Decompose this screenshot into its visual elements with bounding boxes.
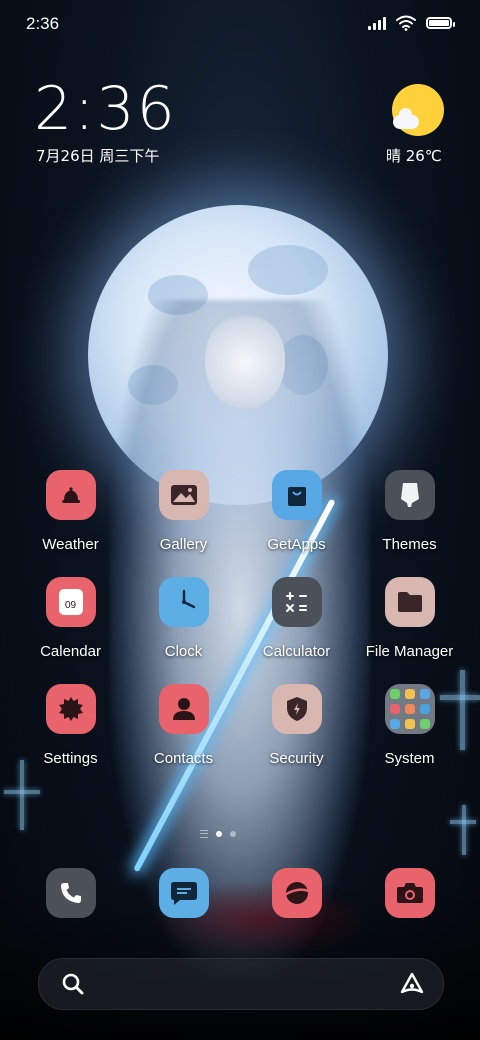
app-grid: Weather Gallery GetApps Themes 09 Calendar Clo…: [14, 470, 466, 767]
signal-icon: [368, 16, 386, 30]
app-gallery[interactable]: Gallery: [127, 470, 240, 553]
app-settings[interactable]: Settings: [14, 684, 127, 767]
app-security[interactable]: Security: [240, 684, 353, 767]
app-label: Clock: [164, 643, 203, 660]
app-weather[interactable]: Weather: [14, 470, 127, 553]
app-system[interactable]: System: [353, 684, 466, 767]
app-label: Settings: [43, 750, 98, 767]
app-label: Gallery: [159, 536, 208, 553]
clock-icon[interactable]: [158, 577, 209, 627]
dock-browser[interactable]: [240, 868, 353, 918]
cloud-icon: [393, 108, 419, 129]
weather-text: 晴 26℃: [386, 147, 442, 165]
page-dot: [230, 831, 236, 837]
system-mini-app-icon: [404, 689, 415, 699]
status-bar: 2:36: [0, 0, 480, 50]
shield-icon[interactable]: [271, 684, 322, 734]
battery-icon: [426, 17, 455, 29]
system-mini-app-icon: [404, 719, 415, 729]
app-label: GetApps: [267, 536, 326, 553]
app-contacts[interactable]: Contacts: [127, 684, 240, 767]
shopping-bag-icon[interactable]: [271, 470, 322, 520]
assistant-icon[interactable]: [399, 971, 425, 997]
clock-widget-time[interactable]: 2:36: [34, 74, 177, 144]
system-mini-app-icon: [419, 704, 430, 714]
calculator-icon[interactable]: [271, 577, 322, 627]
weather-icon[interactable]: [45, 470, 96, 520]
app-label: File Manager: [365, 643, 454, 660]
system-mini-app-icon: [419, 689, 430, 699]
dock-message[interactable]: [127, 868, 240, 918]
gear-icon[interactable]: [45, 684, 96, 734]
dock-camera[interactable]: [353, 868, 466, 918]
status-icons: [368, 15, 455, 31]
app-label: Weather: [42, 536, 99, 553]
clock-widget-date[interactable]: 7月26日 周三下午: [36, 145, 159, 166]
page-dot-active: [216, 831, 222, 837]
app-label: Calendar: [40, 643, 101, 660]
calendar-day: 09: [64, 600, 77, 611]
system-mini-app-icon: [389, 719, 400, 729]
folder-group-icon[interactable]: [384, 684, 435, 734]
brush-icon[interactable]: [384, 470, 435, 520]
app-calculator[interactable]: Calculator: [240, 577, 353, 660]
search-bar[interactable]: [38, 958, 444, 1010]
app-file-manager[interactable]: File Manager: [353, 577, 466, 660]
message-icon[interactable]: [158, 868, 209, 918]
calendar-icon[interactable]: 09: [45, 577, 96, 627]
status-time: 2:36: [26, 14, 60, 33]
system-mini-app-icon: [389, 689, 400, 699]
camera-icon[interactable]: [384, 868, 435, 918]
figure-head: [205, 315, 285, 410]
app-label: Security: [269, 750, 324, 767]
app-label: Themes: [382, 536, 437, 553]
dock-phone[interactable]: [14, 868, 127, 918]
system-mini-app-icon: [404, 704, 415, 714]
app-getapps[interactable]: GetApps: [240, 470, 353, 553]
person-icon[interactable]: [158, 684, 209, 734]
browser-icon[interactable]: [271, 868, 322, 918]
app-calendar[interactable]: 09 Calendar: [14, 577, 127, 660]
app-label: System: [384, 750, 435, 767]
system-mini-app-icon: [419, 719, 430, 729]
page-list-icon: [200, 830, 208, 838]
app-themes[interactable]: Themes: [353, 470, 466, 553]
app-label: Contacts: [153, 750, 214, 767]
app-label: Calculator: [262, 643, 331, 660]
gallery-icon[interactable]: [158, 470, 209, 520]
app-clock[interactable]: Clock: [127, 577, 240, 660]
battery-fill: [429, 20, 449, 26]
page-indicator[interactable]: [200, 830, 236, 838]
dock: [14, 868, 466, 918]
search-icon[interactable]: [61, 972, 85, 996]
folder-icon[interactable]: [384, 577, 435, 627]
system-mini-app-icon: [389, 704, 400, 714]
wifi-icon: [396, 15, 416, 31]
phone-icon[interactable]: [45, 868, 96, 918]
